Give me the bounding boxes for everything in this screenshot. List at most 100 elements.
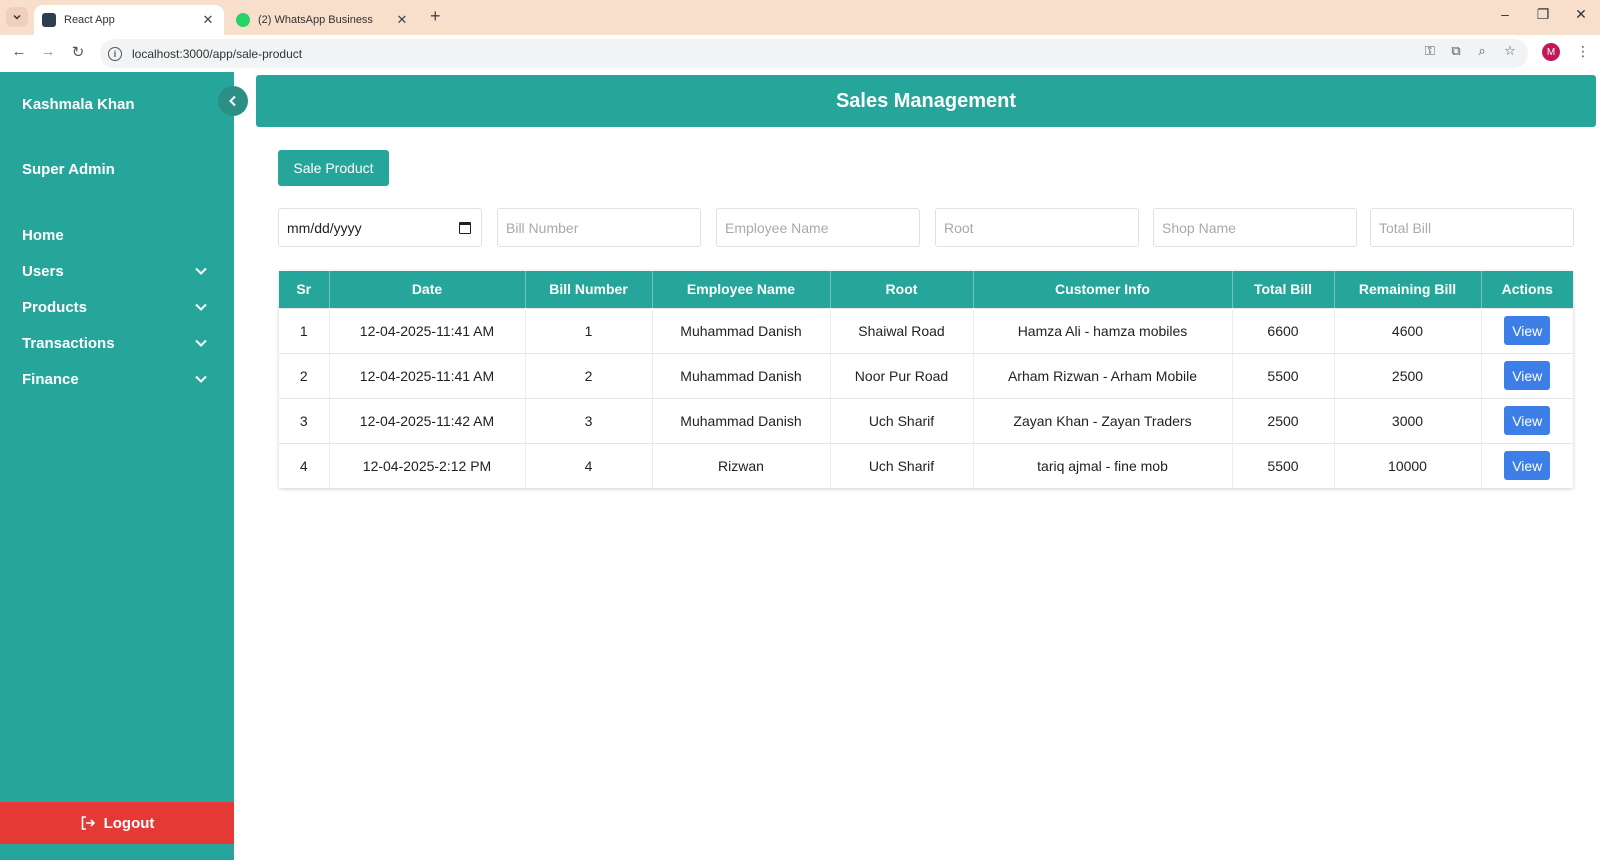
site-info-icon[interactable]: i: [108, 46, 122, 61]
cell-total-bill: 5500: [1232, 352, 1335, 398]
cell-employee-name: Muhammad Danish: [652, 397, 831, 443]
sidebar-item-label: Finance: [22, 370, 79, 388]
table-header-row: Sr Date Bill Number Employee Name Root C…: [279, 271, 1573, 308]
sale-product-button[interactable]: Sale Product: [278, 150, 389, 186]
column-header: Actions: [1481, 271, 1573, 308]
cell-actions: View: [1481, 442, 1573, 488]
cell-date: 12-04-2025-11:42 AM: [329, 397, 526, 443]
cell-actions: View: [1481, 352, 1573, 398]
sidebar-item-label: Home: [22, 226, 64, 244]
sidebar-item-products[interactable]: Products: [0, 289, 234, 325]
cell-root: Uch Sharif: [830, 397, 974, 443]
install-app-icon[interactable]: ⧉: [1446, 43, 1466, 59]
browser-toolbar: ← → ↻ i localhost:3000/app/sale-product …: [0, 35, 1600, 72]
password-key-icon[interactable]: ⚿: [1420, 43, 1440, 59]
cell-total-bill: 2500: [1232, 397, 1335, 443]
cell-actions: View: [1481, 397, 1573, 443]
sidebar-item-home[interactable]: Home: [0, 217, 234, 253]
close-tab-icon[interactable]: ✕: [200, 12, 216, 28]
sidebar-item-users[interactable]: Users: [0, 253, 234, 289]
total-bill-filter-input[interactable]: [1370, 208, 1574, 247]
column-header: Customer Info: [973, 271, 1233, 308]
cell-customer-info: Hamza Ali - hamza mobiles: [973, 307, 1233, 353]
bookmark-star-icon[interactable]: ☆: [1500, 43, 1520, 59]
chevron-down-icon: [194, 264, 208, 278]
cell-actions: View: [1481, 307, 1573, 353]
cell-remaining-bill: 2500: [1334, 352, 1482, 398]
browser-menu-icon[interactable]: ⋮: [1576, 43, 1590, 60]
sidebar-item-label: Products: [22, 298, 88, 316]
cell-customer-info: Arham Rizwan - Arham Mobile: [973, 352, 1233, 398]
chevron-left-icon: [229, 95, 236, 107]
cell-bill-number: 2: [525, 352, 653, 398]
chevron-down-icon: [13, 14, 21, 20]
shop-name-filter-input[interactable]: [1153, 208, 1357, 247]
bill-number-filter-input[interactable]: [497, 208, 701, 247]
view-button[interactable]: View: [1504, 451, 1551, 481]
restore-window-icon[interactable]: ❐: [1528, 6, 1558, 23]
column-header: Date: [329, 271, 526, 308]
cell-remaining-bill: 4600: [1334, 307, 1482, 353]
date-filter-input[interactable]: mm/dd/yyyy: [278, 208, 482, 247]
close-tab-icon[interactable]: ✕: [394, 12, 410, 28]
forward-arrow-icon[interactable]: →: [37, 43, 59, 60]
address-url: localhost:3000/app/sale-product: [132, 46, 303, 61]
page-header: Sales Management: [256, 75, 1596, 127]
browser-tab-react-app[interactable]: React App ✕: [34, 5, 224, 35]
view-button[interactable]: View: [1504, 361, 1551, 390]
cell-remaining-bill: 3000: [1334, 397, 1482, 443]
cell-employee-name: Muhammad Danish: [652, 352, 831, 398]
filter-bar: mm/dd/yyyy: [278, 208, 1574, 247]
tab-label: React App: [64, 14, 115, 26]
cell-bill-number: 4: [525, 442, 653, 488]
close-window-icon[interactable]: ✕: [1566, 6, 1596, 23]
cell-customer-info: Zayan Khan - Zayan Traders: [973, 397, 1233, 443]
view-button[interactable]: View: [1504, 316, 1551, 345]
employee-name-filter-input[interactable]: [716, 208, 920, 247]
cell-employee-name: Muhammad Danish: [652, 307, 831, 353]
sales-table: Sr Date Bill Number Employee Name Root C…: [279, 271, 1573, 488]
view-button[interactable]: View: [1504, 406, 1551, 435]
user-name: Kashmala Khan: [22, 96, 135, 113]
cell-date: 12-04-2025-2:12 PM: [329, 442, 526, 488]
sidebar-item-finance[interactable]: Finance: [0, 361, 234, 397]
column-header: Root: [830, 271, 974, 308]
back-arrow-icon[interactable]: ←: [8, 43, 30, 60]
root-filter-input[interactable]: [935, 208, 1139, 247]
cell-sr: 1: [279, 307, 330, 353]
address-bar[interactable]: i localhost:3000/app/sale-product: [100, 39, 1528, 68]
collapse-sidebar-button[interactable]: [218, 86, 248, 116]
cell-sr: 2: [279, 352, 330, 398]
cell-customer-info: tariq ajmal - fine mob: [973, 442, 1233, 488]
browser-tab-whatsapp[interactable]: (2) WhatsApp Business ✕: [228, 5, 418, 35]
minimize-window-icon[interactable]: –: [1490, 6, 1520, 22]
column-header: Sr: [279, 271, 330, 308]
user-role: Super Admin: [22, 161, 115, 178]
cell-root: Noor Pur Road: [830, 352, 974, 398]
cell-sr: 4: [279, 442, 330, 488]
sidebar-item-label: Transactions: [22, 334, 115, 352]
cell-employee-name: Rizwan: [652, 442, 831, 488]
reload-icon[interactable]: ↻: [67, 43, 89, 61]
sidebar-item-transactions[interactable]: Transactions: [0, 325, 234, 361]
chevron-down-icon: [194, 336, 208, 350]
whatsapp-favicon-icon: [236, 13, 250, 27]
cell-date: 12-04-2025-11:41 AM: [329, 307, 526, 353]
cell-bill-number: 3: [525, 397, 653, 443]
table-row: 2 12-04-2025-11:41 AM 2 Muhammad Danish …: [279, 352, 1573, 398]
sidebar: Kashmala Khan Super Admin Home Users Pro…: [0, 72, 248, 860]
new-tab-icon[interactable]: +: [430, 6, 441, 27]
sidebar-menu: Home Users Products Transactions Finance: [0, 217, 234, 397]
logout-button[interactable]: Logout: [0, 802, 234, 844]
profile-avatar[interactable]: M: [1542, 43, 1560, 61]
table-row: 1 12-04-2025-11:41 AM 1 Muhammad Danish …: [279, 307, 1573, 353]
logout-label: Logout: [103, 814, 155, 832]
zoom-icon[interactable]: ⌕: [1472, 43, 1492, 59]
table-row: 3 12-04-2025-11:42 AM 3 Muhammad Danish …: [279, 397, 1573, 443]
tab-search-button[interactable]: [6, 7, 28, 27]
calendar-icon[interactable]: [459, 221, 471, 234]
page-title: Sales Management: [835, 89, 1017, 112]
cell-date: 12-04-2025-11:41 AM: [329, 352, 526, 398]
tab-label: (2) WhatsApp Business: [258, 14, 373, 26]
cell-remaining-bill: 10000: [1334, 442, 1482, 488]
